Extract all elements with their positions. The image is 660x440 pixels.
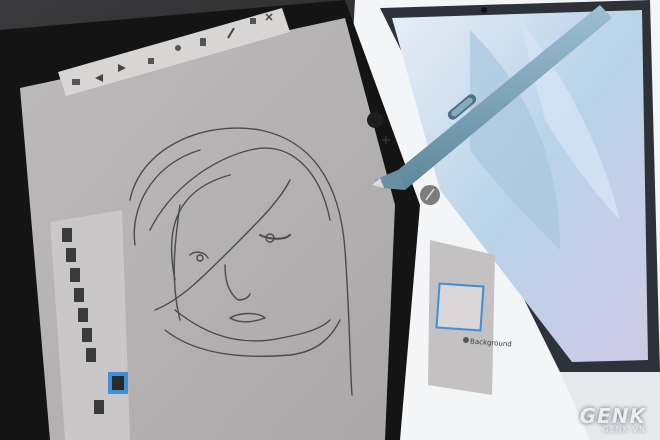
- site-watermark: GENK GENK.VN: [580, 404, 646, 434]
- color-picker-dot: [367, 112, 383, 128]
- photo-scene: [0, 0, 660, 440]
- eye-icon: [463, 337, 469, 343]
- layer-thumbnail: [435, 282, 485, 332]
